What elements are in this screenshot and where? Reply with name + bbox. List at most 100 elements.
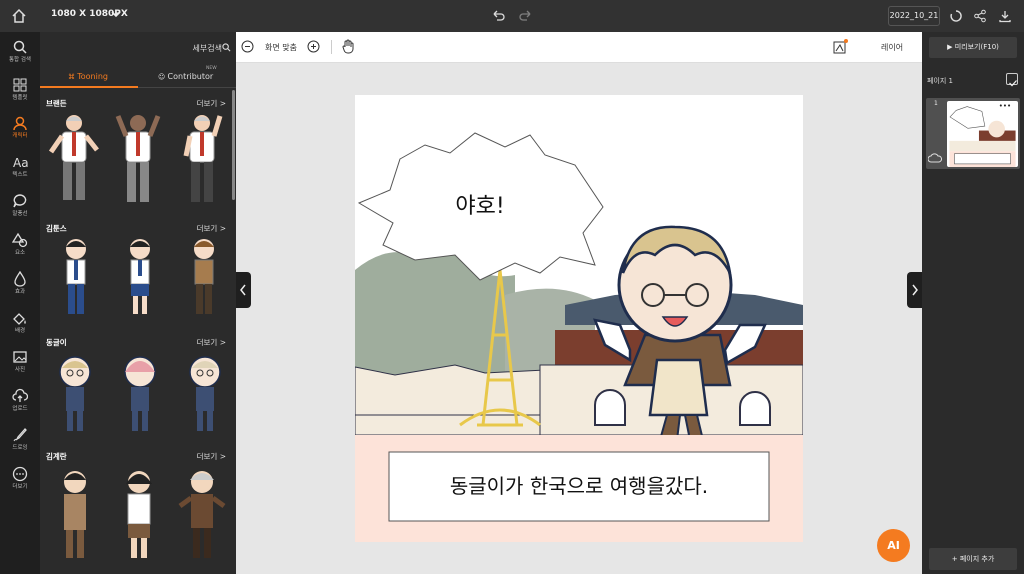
arch-window — [739, 391, 771, 426]
speech-bubble-icon — [13, 194, 27, 208]
nav-label: 더보기 — [12, 484, 28, 490]
search-icon — [13, 40, 27, 54]
page-select-checkbox[interactable] — [1006, 73, 1018, 87]
tab-underline — [40, 86, 138, 88]
home-icon[interactable] — [10, 7, 28, 25]
character-icon — [13, 116, 27, 131]
chevron-down-icon[interactable] — [110, 8, 122, 20]
character-thumbnail[interactable] — [48, 112, 100, 208]
download-icon[interactable] — [998, 9, 1012, 23]
more-link[interactable]: 더보기 > — [197, 451, 226, 462]
nav-effect[interactable]: 효과 — [0, 267, 40, 305]
canvas-toolbar: 화면 맞춤 레이어 — [236, 32, 922, 63]
hand-icon[interactable] — [341, 39, 355, 54]
character-thumbnail[interactable] — [112, 112, 164, 208]
zoom-out-icon[interactable] — [241, 40, 254, 53]
left-nav: 통합 검색 템플릿 캐릭터 Aa 텍스트 말풍선 요소 효과 배경 사진 업로드… — [0, 32, 40, 574]
fit-screen-button[interactable]: 화면 맞춤 — [265, 42, 297, 53]
collapse-left-panel-button[interactable] — [236, 272, 251, 308]
photo-icon — [13, 351, 27, 363]
character-thumbnail[interactable] — [120, 237, 160, 319]
loading-icon[interactable] — [949, 9, 963, 23]
nav-template[interactable]: 템플릿 — [0, 73, 40, 111]
magic-layout-icon[interactable] — [833, 39, 848, 54]
panel-tabs: ⌘ Tooning ☺ Contributor NEW — [40, 66, 236, 88]
more-options-icon[interactable]: ••• — [996, 103, 1014, 111]
new-badge: NEW — [206, 66, 217, 71]
comic-page[interactable]: 야호! 동글이가 한국으로 여행을갔다. — [355, 95, 803, 542]
nav-drawing[interactable]: 드로잉 — [0, 423, 40, 461]
preview-label: 미리보기(F10) — [954, 43, 999, 51]
redo-icon[interactable] — [519, 9, 533, 23]
toolbar-divider — [331, 40, 332, 54]
nav-background[interactable]: 배경 — [0, 306, 40, 344]
detail-search-button[interactable]: 세부검색 — [193, 43, 222, 54]
more-link[interactable]: 더보기 > — [197, 223, 226, 234]
add-page-label: 페이지 추가 — [959, 555, 995, 563]
character-thumbnail[interactable] — [176, 112, 228, 208]
page-thumbnail-card[interactable]: 1 ••• — [926, 98, 1020, 169]
nav-elements[interactable]: 요소 — [0, 228, 40, 266]
more-link[interactable]: 더보기 > — [197, 98, 226, 109]
character-thumbnail[interactable] — [116, 468, 162, 564]
search-icon[interactable] — [222, 43, 231, 52]
nav-label: 캐릭터 — [12, 133, 28, 139]
more-icon — [12, 466, 28, 482]
nav-label: 드로잉 — [12, 445, 28, 451]
file-date-button[interactable]: 2022_10_21 — [888, 6, 940, 26]
nav-text[interactable]: Aa 텍스트 — [0, 150, 40, 188]
nav-label: 배경 — [14, 328, 26, 334]
zoom-in-icon[interactable] — [307, 40, 320, 53]
section-title-kimtoons: 김툰스 — [46, 224, 67, 233]
nav-label: 효과 — [14, 289, 26, 295]
nav-label: 통합 검색 — [9, 57, 31, 63]
layer-button[interactable]: 레이어 — [881, 42, 903, 53]
ai-button[interactable]: AI — [877, 529, 910, 562]
canvas-area: 야호! 동글이가 한국으로 여행을갔다. — [236, 63, 922, 574]
top-bar: 1080 X 1080PX 2022_10_21 — [0, 0, 1024, 32]
nav-label: 요소 — [14, 250, 26, 256]
nav-character[interactable]: 캐릭터 — [0, 111, 40, 149]
svg-text:Aa: Aa — [13, 156, 28, 170]
add-page-button[interactable]: + 페이지 추가 — [929, 548, 1017, 570]
play-icon: ▶ — [947, 43, 955, 51]
panel-scrollbar[interactable] — [232, 90, 235, 200]
nav-photo[interactable]: 사진 — [0, 345, 40, 383]
collapse-right-panel-button[interactable] — [907, 272, 922, 308]
speech-text[interactable]: 야호! — [455, 194, 504, 219]
nav-upload[interactable]: 업로드 — [0, 384, 40, 422]
caption-text[interactable]: 동글이가 한국으로 여행을갔다. — [450, 474, 708, 498]
character-thumbnail[interactable] — [115, 354, 165, 436]
character-thumbnail[interactable] — [50, 354, 100, 436]
app-root: 1080 X 1080PX 2022_10_21 통합 검색 템플릿 캐릭터 A… — [0, 0, 1024, 574]
tab-label: Contributor — [167, 72, 214, 81]
character-thumbnail[interactable] — [176, 468, 228, 564]
tab-contributor[interactable]: ☺ Contributor — [158, 72, 213, 81]
nav-speech-bubble[interactable]: 말풍선 — [0, 189, 40, 227]
tab-tooning[interactable]: ⌘ Tooning — [68, 72, 108, 81]
grid-icon — [13, 78, 27, 92]
character-panel: 세부검색 ⌘ Tooning ☺ Contributor NEW 브랜든 더보기… — [40, 32, 236, 574]
chevron-left-icon — [240, 284, 246, 296]
shapes-icon — [12, 232, 28, 248]
preview-button[interactable]: ▶ 미리보기(F10) — [929, 37, 1017, 58]
nav-search[interactable]: 통합 검색 — [0, 35, 40, 73]
section-title-donggeuli: 동글이 — [46, 338, 67, 347]
chevron-right-icon — [912, 284, 918, 296]
character-thumbnail[interactable] — [56, 237, 96, 319]
arch-window — [594, 389, 626, 426]
nav-label: 사진 — [14, 367, 26, 373]
nav-label: 텍스트 — [12, 172, 28, 178]
character-thumbnail[interactable] — [180, 354, 230, 436]
character-thumbnail[interactable] — [52, 468, 98, 564]
background-icon — [13, 313, 26, 325]
drawing-icon — [13, 428, 27, 442]
nav-label: 말풍선 — [12, 211, 28, 217]
share-icon[interactable] — [973, 9, 987, 23]
character-thumbnail[interactable] — [184, 237, 224, 319]
undo-icon[interactable] — [491, 9, 505, 23]
plus-icon: + — [951, 555, 960, 563]
more-link[interactable]: 더보기 > — [197, 337, 226, 348]
text-icon: Aa — [13, 156, 28, 170]
nav-more[interactable]: 더보기 — [0, 462, 40, 500]
